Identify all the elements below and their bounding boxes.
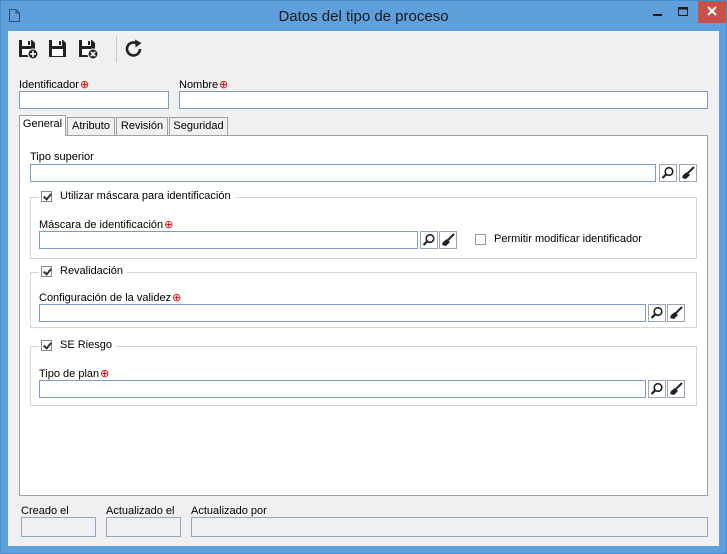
tab-general[interactable]: General (19, 115, 66, 136)
identificador-label: Identificador⊕ (19, 79, 90, 91)
validez-search-button[interactable] (648, 304, 666, 322)
tab-revision[interactable]: Revisión (116, 117, 168, 135)
mascara-search-button[interactable] (420, 231, 438, 249)
general-tab-panel: Tipo superior Utilizar máscara para iden… (19, 135, 708, 496)
actualizado-field (106, 517, 181, 537)
search-icon (650, 382, 663, 395)
eraser-icon (670, 382, 683, 395)
close-icon (707, 6, 717, 16)
toolbar-separator (116, 36, 117, 62)
save-and-new-button[interactable] (16, 37, 40, 61)
revalidacion-legend: Revalidación (39, 265, 127, 277)
revalidacion-group: Revalidación Configuración de la validez… (30, 265, 697, 328)
permitir-modificar-checkbox[interactable] (475, 233, 486, 245)
actualizado-por-label: Actualizado por (191, 505, 267, 517)
mascara-legend: Utilizar máscara para identificación (39, 190, 235, 202)
tipo-plan-field-label: Tipo de plan⊕ (39, 368, 110, 380)
required-icon: ⊕ (100, 368, 110, 380)
maximize-icon (678, 7, 688, 16)
dialog-client-area: Identificador⊕ Nombre⊕ General Atributo … (8, 31, 719, 546)
nombre-label: Nombre⊕ (179, 79, 229, 91)
tipo-plan-clear-button[interactable] (667, 380, 685, 398)
validez-field-label: Configuración de la validez⊕ (39, 292, 182, 304)
refresh-icon (125, 39, 142, 57)
creado-field (21, 517, 96, 537)
title-bar[interactable]: Datos del tipo de proceso (1, 1, 726, 31)
mascara-input[interactable] (39, 231, 418, 249)
required-icon: ⊕ (219, 79, 229, 91)
dialog-window: Datos del tipo de proceso Identificador⊕… (0, 0, 727, 554)
save-icon (49, 40, 66, 57)
tipo-superior-search-button[interactable] (659, 164, 677, 182)
riesgo-legend: SE Riesgo (39, 339, 116, 351)
permitir-modificar-label: Permitir modificar identificador (494, 233, 642, 245)
mascara-checkbox[interactable] (41, 190, 52, 202)
validez-clear-button[interactable] (667, 304, 685, 322)
tipo-plan-input[interactable] (39, 380, 646, 398)
save-button[interactable] (46, 37, 70, 61)
tab-seguridad[interactable]: Seguridad (169, 117, 228, 135)
search-icon (661, 166, 674, 179)
required-icon: ⊕ (79, 79, 90, 91)
toolbar (8, 31, 719, 67)
tipo-superior-clear-button[interactable] (679, 164, 697, 182)
save-and-new-icon (19, 40, 39, 60)
tab-atributo[interactable]: Atributo (67, 117, 115, 135)
permitir-modificar-option[interactable]: Permitir modificar identificador (475, 233, 642, 245)
creado-label: Creado el (21, 505, 69, 517)
actualizado-label: Actualizado el (106, 505, 175, 517)
required-icon: ⊕ (164, 219, 174, 231)
required-icon: ⊕ (172, 292, 182, 304)
tipo-superior-input[interactable] (30, 164, 656, 182)
save-and-close-icon (79, 40, 99, 60)
revalidacion-checkbox-label: Revalidación (60, 265, 123, 277)
validez-input[interactable] (39, 304, 646, 322)
riesgo-group: SE Riesgo Tipo de plan⊕ (30, 339, 697, 406)
riesgo-checkbox-label: SE Riesgo (60, 339, 112, 351)
save-and-close-button[interactable] (76, 37, 100, 61)
maximize-button[interactable] (670, 1, 696, 23)
eraser-icon (682, 166, 695, 179)
revalidacion-checkbox[interactable] (41, 265, 52, 277)
riesgo-checkbox[interactable] (41, 339, 52, 351)
search-icon (422, 233, 435, 246)
refresh-button[interactable] (122, 37, 146, 61)
audit-footer: Creado el Actualizado el Actualizado por (8, 501, 719, 546)
tipo-superior-label: Tipo superior (30, 151, 94, 163)
mascara-group: Utilizar máscara para identificación Más… (30, 190, 697, 259)
eraser-icon (442, 233, 455, 246)
minimize-icon (653, 14, 662, 16)
window-title: Datos del tipo de proceso (278, 8, 449, 25)
identificador-input[interactable] (19, 91, 169, 109)
search-icon (650, 306, 663, 319)
tipo-plan-search-button[interactable] (648, 380, 666, 398)
close-button[interactable] (698, 1, 726, 23)
mascara-clear-button[interactable] (439, 231, 457, 249)
eraser-icon (670, 306, 683, 319)
nombre-input[interactable] (179, 91, 708, 109)
actualizado-por-field (191, 517, 708, 537)
mascara-checkbox-label: Utilizar máscara para identificación (60, 190, 231, 202)
mascara-field-label: Máscara de identificación⊕ (39, 219, 174, 231)
minimize-button[interactable] (644, 1, 670, 23)
